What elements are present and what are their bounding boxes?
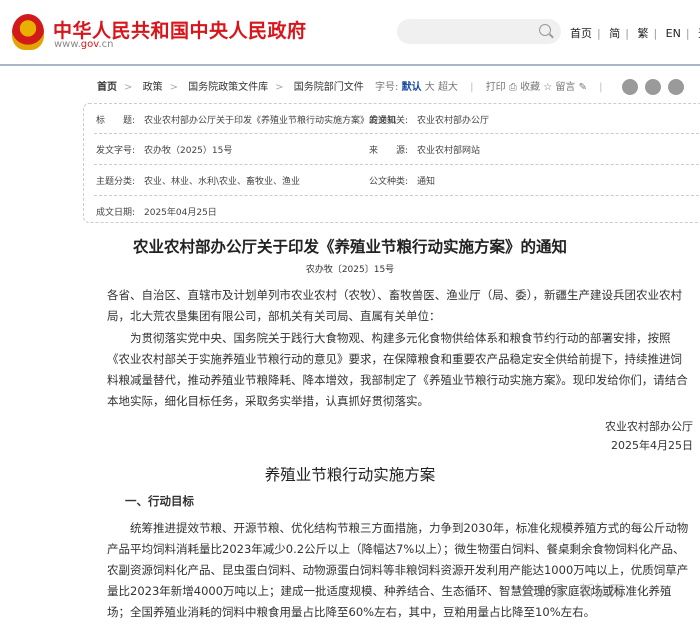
nav-home[interactable]: 首页 — [570, 27, 592, 40]
breadcrumb: 首页 > 政策 > 国务院政策文件库 > 国务院部门文件 — [97, 82, 364, 93]
nav-traditional[interactable]: 繁 — [637, 27, 648, 40]
site-url: www.gov.cn — [54, 39, 114, 50]
breadcrumb-library[interactable]: 国务院政策文件库 — [188, 82, 268, 93]
font-size-label: 字号: — [375, 82, 399, 93]
issuer-label: 发文机关: — [369, 116, 409, 126]
type-label: 公文种类: — [369, 177, 409, 187]
section-heading: 一、行动目标 — [125, 494, 194, 508]
breadcrumb-policy[interactable]: 政策 — [143, 82, 163, 93]
plan-title: 养殖业节粮行动实施方案 — [264, 466, 436, 484]
document-title: 农业农村部办公厅关于印发《养殖业节粮行动实施方案》的通知 — [132, 237, 567, 256]
document-number: 农办牧〔2025〕15号 — [305, 265, 395, 275]
divider — [94, 195, 700, 196]
body-paragraph: 统筹推进提效节粮、开源节粮、优化结构节粮三方面措施，力争到2030年，标准化规模… — [107, 521, 689, 619]
font-large-button[interactable]: 大 — [425, 82, 435, 93]
info-topic: 农业、林业、水利\农业、畜牧业、渔业 — [144, 177, 301, 187]
addressees: 各省、自治区、直辖市及计划单列市农业农村（农牧）、畜牧兽医、渔业厅（局、委），新… — [107, 288, 682, 323]
document-info-box: 标 题: 农业农村部办公厅关于印发《养殖业节粮行动实施方案》的通知 发文机关: 农业… — [83, 103, 700, 223]
signer: 农业农村部办公厅 — [605, 420, 693, 433]
font-default-button[interactable]: 默认 — [402, 82, 422, 93]
breadcrumb-dept-docs[interactable]: 国务院部门文件 — [294, 82, 364, 93]
info-source: 农业农村部网站 — [417, 146, 481, 156]
national-emblem-icon — [12, 14, 44, 50]
divider — [94, 164, 700, 165]
comment-button[interactable]: 留言 — [555, 82, 575, 93]
article-tools: 字号: 默认 大 超大 | 打印 ⎙ 收藏 ☆ 留言 ✎ | — [375, 78, 684, 95]
weibo-share-icon[interactable] — [621, 79, 638, 95]
star-icon: ☆ — [543, 82, 553, 93]
topic-label: 主题分类: — [96, 177, 136, 187]
divider — [94, 133, 700, 134]
breadcrumb-home[interactable]: 首页 — [97, 82, 117, 93]
favorite-button[interactable]: 收藏 — [520, 82, 540, 93]
info-docno: 农办牧（2025）15号 — [144, 146, 233, 156]
nav-english[interactable]: EN — [666, 27, 681, 40]
info-issuer: 农业农村部办公厅 — [417, 116, 490, 126]
font-xlarge-button[interactable]: 超大 — [438, 82, 458, 93]
body-paragraph: 为贯彻落实党中央、国务院关于践行大食物观、构建多元化食物供给体系和粮食节约行动的… — [107, 331, 688, 408]
site-header: 中华人民共和国中央人民政府 www.gov.cn 首页| 简| 繁| EN| 登… — [0, 0, 700, 66]
nav-simplified[interactable]: 简 — [609, 27, 620, 40]
search-icon[interactable] — [539, 24, 551, 36]
print-button[interactable]: 打印 — [486, 82, 506, 93]
date-label: 成文日期: — [96, 208, 136, 218]
sign-date: 2025年4月25日 — [611, 439, 693, 452]
printer-icon: ⎙ — [508, 82, 517, 93]
source-label: 来 源: — [369, 146, 409, 156]
favorite-share-icon[interactable] — [667, 79, 684, 95]
info-date: 2025年04月25日 — [144, 208, 217, 218]
top-nav: 首页| 简| 繁| EN| 登录 — [570, 25, 700, 41]
docno-label: 发文字号: — [96, 146, 136, 156]
info-title: 农业农村部办公厅关于印发《养殖业节粮行动实施方案》的通知 — [144, 116, 397, 126]
pencil-icon: ✎ — [578, 82, 587, 93]
wechat-share-icon[interactable] — [644, 79, 661, 95]
title-label: 标 题: — [96, 116, 136, 126]
search-input[interactable] — [397, 19, 561, 44]
watermark: 公众号 · 新枝网 — [520, 582, 625, 600]
info-type: 通知 — [417, 177, 436, 187]
